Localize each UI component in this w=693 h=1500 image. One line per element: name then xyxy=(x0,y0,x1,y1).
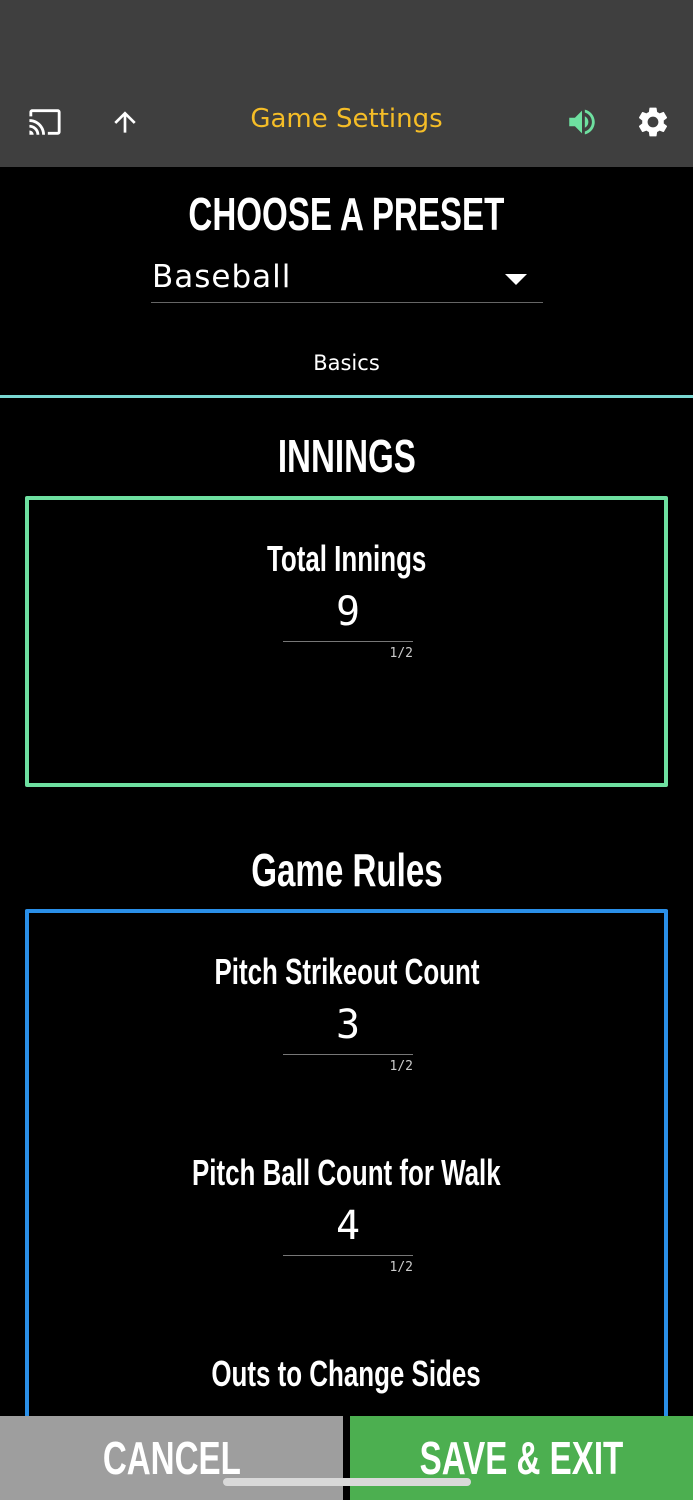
preset-dropdown[interactable]: Baseball xyxy=(151,255,543,303)
outs-change-sides-field: Outs to Change Sides xyxy=(29,1353,664,1397)
field-label: Pitch Strikeout Count xyxy=(214,951,479,992)
cancel-button[interactable]: CANCEL xyxy=(0,1416,343,1500)
field-label: Total Innings xyxy=(266,538,427,579)
volume-icon[interactable] xyxy=(562,102,602,142)
save-label: SAVE & EXIT xyxy=(419,1432,624,1484)
settings-content[interactable]: CHOOSE A PRESET Baseball Basics INNINGS … xyxy=(0,167,693,1429)
innings-box: Total Innings 9 1/2 xyxy=(25,496,668,787)
gear-icon[interactable] xyxy=(633,102,673,142)
rules-box: Pitch Strikeout Count 3 1/2 Pitch Ball C… xyxy=(25,909,668,1429)
ball-count-input[interactable]: 4 xyxy=(283,1200,413,1256)
app-bar: Game Settings xyxy=(0,0,693,167)
tab-indicator xyxy=(0,395,693,398)
strikeout-count-field: Pitch Strikeout Count 3 1/2 xyxy=(29,951,664,1074)
innings-section-title: INNINGS xyxy=(277,430,416,482)
action-bar: CANCEL SAVE & EXIT xyxy=(0,1416,693,1500)
field-label: Outs to Change Sides xyxy=(211,1353,482,1394)
strikeout-count-input[interactable]: 3 xyxy=(283,999,413,1055)
total-innings-field: Total Innings 9 1/2 xyxy=(29,538,664,661)
toolbar: Game Settings xyxy=(0,80,693,167)
tab-basics[interactable]: Basics xyxy=(0,351,693,375)
char-counter: 1/2 xyxy=(389,1059,413,1074)
char-counter: 1/2 xyxy=(389,646,413,661)
home-indicator[interactable] xyxy=(223,1478,471,1486)
rules-section-title: Game Rules xyxy=(250,844,443,896)
preset-heading: CHOOSE A PRESET xyxy=(188,188,505,240)
ball-count-field: Pitch Ball Count for Walk 4 1/2 xyxy=(29,1152,664,1275)
chevron-down-icon xyxy=(505,274,527,285)
cancel-label: CANCEL xyxy=(102,1432,241,1484)
save-exit-button[interactable]: SAVE & EXIT xyxy=(350,1416,693,1500)
preset-selected-value: Baseball xyxy=(152,259,292,295)
field-label: Pitch Ball Count for Walk xyxy=(192,1152,501,1193)
char-counter: 1/2 xyxy=(389,1260,413,1275)
total-innings-input[interactable]: 9 xyxy=(283,586,413,642)
